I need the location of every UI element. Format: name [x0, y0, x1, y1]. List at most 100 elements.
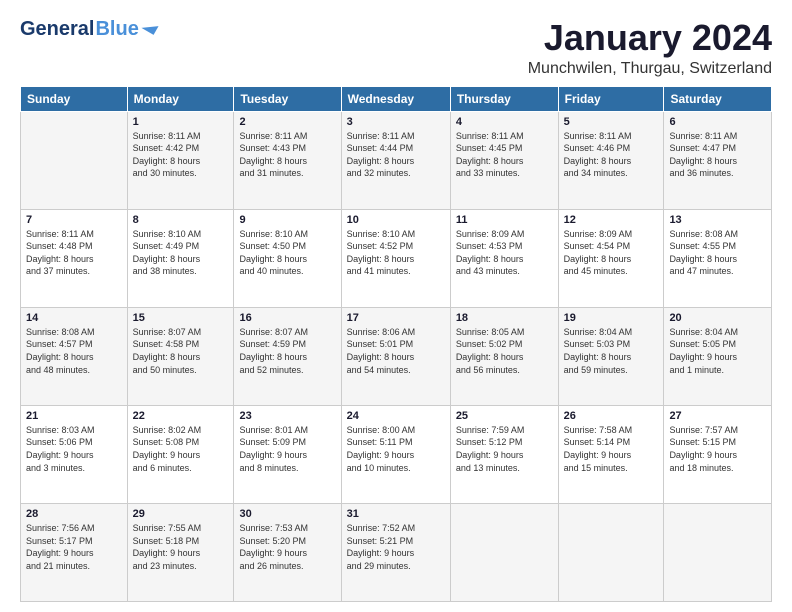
- day-info: Sunrise: 7:55 AM Sunset: 5:18 PM Dayligh…: [133, 522, 229, 572]
- day-info: Sunrise: 8:10 AM Sunset: 4:52 PM Dayligh…: [347, 228, 445, 278]
- day-number: 7: [26, 214, 122, 226]
- day-number: 2: [239, 116, 335, 128]
- week-row-2: 7 Sunrise: 8:11 AM Sunset: 4:48 PM Daylig…: [21, 209, 772, 307]
- day-number: 8: [133, 214, 229, 226]
- calendar-cell: 18Sunrise: 8:05 AM Sunset: 5:02 PM Dayli…: [450, 307, 558, 405]
- header-thursday: Thursday: [450, 86, 558, 111]
- calendar-table: SundayMondayTuesdayWednesdayThursdayFrid…: [20, 86, 772, 602]
- header-tuesday: Tuesday: [234, 86, 341, 111]
- day-info: Sunrise: 8:11 AM Sunset: 4:47 PM Dayligh…: [669, 130, 766, 180]
- day-number: 9: [239, 214, 335, 226]
- calendar-cell: [450, 503, 558, 601]
- calendar-cell: 2 Sunrise: 8:11 AM Sunset: 4:43 PM Daylig…: [234, 111, 341, 209]
- day-info: Sunrise: 8:11 AM Sunset: 4:43 PM Dayligh…: [239, 130, 335, 180]
- calendar-cell: 28 Sunrise: 7:56 AM Sunset: 5:17 PM Dayli…: [21, 503, 128, 601]
- day-number: 22: [133, 410, 229, 422]
- calendar-header-row: SundayMondayTuesdayWednesdayThursdayFrid…: [21, 86, 772, 111]
- day-info: Sunrise: 8:09 AM Sunset: 4:53 PM Dayligh…: [456, 228, 553, 278]
- day-number: 27: [669, 410, 766, 422]
- calendar-cell: 31Sunrise: 7:52 AM Sunset: 5:21 PM Dayli…: [341, 503, 450, 601]
- day-number: 12: [564, 214, 659, 226]
- day-number: 6: [669, 116, 766, 128]
- day-info: Sunrise: 8:04 AM Sunset: 5:03 PM Dayligh…: [564, 326, 659, 376]
- day-info: Sunrise: 8:02 AM Sunset: 5:08 PM Dayligh…: [133, 424, 229, 474]
- day-info: Sunrise: 8:11 AM Sunset: 4:48 PM Dayligh…: [26, 228, 122, 278]
- header-monday: Monday: [127, 86, 234, 111]
- day-info: Sunrise: 8:03 AM Sunset: 5:06 PM Dayligh…: [26, 424, 122, 474]
- day-info: Sunrise: 8:00 AM Sunset: 5:11 PM Dayligh…: [347, 424, 445, 474]
- calendar-cell: 10 Sunrise: 8:10 AM Sunset: 4:52 PM Dayli…: [341, 209, 450, 307]
- day-number: 10: [347, 214, 445, 226]
- day-info: Sunrise: 8:11 AM Sunset: 4:45 PM Dayligh…: [456, 130, 553, 180]
- header-sunday: Sunday: [21, 86, 128, 111]
- day-info: Sunrise: 8:05 AM Sunset: 5:02 PM Dayligh…: [456, 326, 553, 376]
- page: General Blue January 2024 Munchwilen, Th…: [0, 0, 792, 612]
- day-number: 20: [669, 312, 766, 324]
- day-info: Sunrise: 7:57 AM Sunset: 5:15 PM Dayligh…: [669, 424, 766, 474]
- day-number: 26: [564, 410, 659, 422]
- day-number: 29: [133, 508, 229, 520]
- day-info: Sunrise: 8:07 AM Sunset: 4:59 PM Dayligh…: [239, 326, 335, 376]
- calendar-cell: 21 Sunrise: 8:03 AM Sunset: 5:06 PM Dayli…: [21, 405, 128, 503]
- header-saturday: Saturday: [664, 86, 772, 111]
- calendar-cell: [21, 111, 128, 209]
- day-number: 11: [456, 214, 553, 226]
- calendar-cell: 7 Sunrise: 8:11 AM Sunset: 4:48 PM Daylig…: [21, 209, 128, 307]
- day-info: Sunrise: 8:11 AM Sunset: 4:42 PM Dayligh…: [133, 130, 229, 180]
- calendar-subtitle: Munchwilen, Thurgau, Switzerland: [528, 60, 772, 78]
- calendar-cell: 24 Sunrise: 8:00 AM Sunset: 5:11 PM Dayli…: [341, 405, 450, 503]
- title-block: January 2024 Munchwilen, Thurgau, Switze…: [528, 18, 772, 78]
- day-number: 30: [239, 508, 335, 520]
- day-info: Sunrise: 7:56 AM Sunset: 5:17 PM Dayligh…: [26, 522, 122, 572]
- calendar-cell: 17 Sunrise: 8:06 AM Sunset: 5:01 PM Dayli…: [341, 307, 450, 405]
- calendar-title: January 2024: [528, 18, 772, 58]
- day-info: Sunrise: 8:04 AM Sunset: 5:05 PM Dayligh…: [669, 326, 766, 376]
- calendar-cell: 26 Sunrise: 7:58 AM Sunset: 5:14 PM Dayli…: [558, 405, 664, 503]
- calendar-cell: 11 Sunrise: 8:09 AM Sunset: 4:53 PM Dayli…: [450, 209, 558, 307]
- calendar-cell: 12 Sunrise: 8:09 AM Sunset: 4:54 PM Dayli…: [558, 209, 664, 307]
- calendar-cell: [558, 503, 664, 601]
- logo: General Blue: [20, 18, 157, 41]
- header-friday: Friday: [558, 86, 664, 111]
- calendar-cell: 23Sunrise: 8:01 AM Sunset: 5:09 PM Dayli…: [234, 405, 341, 503]
- day-number: 17: [347, 312, 445, 324]
- day-info: Sunrise: 7:59 AM Sunset: 5:12 PM Dayligh…: [456, 424, 553, 474]
- day-number: 1: [133, 116, 229, 128]
- calendar-cell: 27 Sunrise: 7:57 AM Sunset: 5:15 PM Dayli…: [664, 405, 772, 503]
- day-info: Sunrise: 8:08 AM Sunset: 4:57 PM Dayligh…: [26, 326, 122, 376]
- day-info: Sunrise: 8:01 AM Sunset: 5:09 PM Dayligh…: [239, 424, 335, 474]
- day-info: Sunrise: 7:53 AM Sunset: 5:20 PM Dayligh…: [239, 522, 335, 572]
- day-number: 14: [26, 312, 122, 324]
- logo-blue: Blue: [95, 18, 138, 41]
- calendar-cell: 15Sunrise: 8:07 AM Sunset: 4:58 PM Dayli…: [127, 307, 234, 405]
- calendar-cell: 3 Sunrise: 8:11 AM Sunset: 4:44 PM Daylig…: [341, 111, 450, 209]
- calendar-cell: 9Sunrise: 8:10 AM Sunset: 4:50 PM Daylig…: [234, 209, 341, 307]
- calendar-cell: 13Sunrise: 8:08 AM Sunset: 4:55 PM Dayli…: [664, 209, 772, 307]
- day-number: 25: [456, 410, 553, 422]
- week-row-3: 14 Sunrise: 8:08 AM Sunset: 4:57 PM Dayli…: [21, 307, 772, 405]
- day-number: 13: [669, 214, 766, 226]
- week-row-4: 21 Sunrise: 8:03 AM Sunset: 5:06 PM Dayli…: [21, 405, 772, 503]
- week-row-1: 1 Sunrise: 8:11 AM Sunset: 4:42 PM Daylig…: [21, 111, 772, 209]
- calendar-cell: 30 Sunrise: 7:53 AM Sunset: 5:20 PM Dayli…: [234, 503, 341, 601]
- calendar-cell: 19 Sunrise: 8:04 AM Sunset: 5:03 PM Dayli…: [558, 307, 664, 405]
- calendar-cell: 4Sunrise: 8:11 AM Sunset: 4:45 PM Daylig…: [450, 111, 558, 209]
- calendar-cell: [664, 503, 772, 601]
- day-info: Sunrise: 8:10 AM Sunset: 4:49 PM Dayligh…: [133, 228, 229, 278]
- day-number: 28: [26, 508, 122, 520]
- calendar-cell: 22 Sunrise: 8:02 AM Sunset: 5:08 PM Dayli…: [127, 405, 234, 503]
- calendar-cell: 1 Sunrise: 8:11 AM Sunset: 4:42 PM Daylig…: [127, 111, 234, 209]
- day-info: Sunrise: 8:09 AM Sunset: 4:54 PM Dayligh…: [564, 228, 659, 278]
- day-info: Sunrise: 8:06 AM Sunset: 5:01 PM Dayligh…: [347, 326, 445, 376]
- day-number: 31: [347, 508, 445, 520]
- day-number: 24: [347, 410, 445, 422]
- calendar-cell: 29 Sunrise: 7:55 AM Sunset: 5:18 PM Dayli…: [127, 503, 234, 601]
- day-info: Sunrise: 8:07 AM Sunset: 4:58 PM Dayligh…: [133, 326, 229, 376]
- day-number: 21: [26, 410, 122, 422]
- day-number: 16: [239, 312, 335, 324]
- day-info: Sunrise: 8:11 AM Sunset: 4:44 PM Dayligh…: [347, 130, 445, 180]
- day-info: Sunrise: 7:58 AM Sunset: 5:14 PM Dayligh…: [564, 424, 659, 474]
- calendar-cell: 20 Sunrise: 8:04 AM Sunset: 5:05 PM Dayli…: [664, 307, 772, 405]
- day-number: 3: [347, 116, 445, 128]
- day-number: 19: [564, 312, 659, 324]
